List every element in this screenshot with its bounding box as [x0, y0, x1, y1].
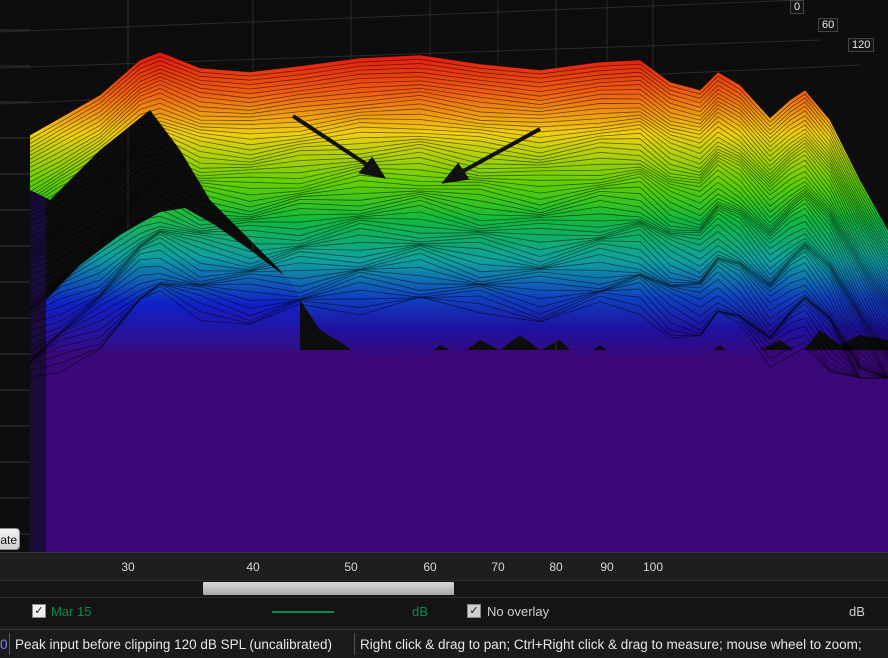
- waterfall-floor: [46, 350, 888, 552]
- mouse-hint-status: Right click & drag to pan; Ctrl+Right cl…: [360, 637, 862, 652]
- status-separator: [9, 633, 10, 655]
- z-axis-label-60: 60: [818, 18, 839, 32]
- x-tick-70: 70: [491, 560, 505, 574]
- status-left-stub: 0: [0, 637, 8, 652]
- status-bar: 0 Peak input before clipping 120 dB SPL …: [0, 629, 888, 658]
- frequency-axis: 30 40 50 60 70 80 90 100: [0, 552, 888, 581]
- x-tick-50: 50: [344, 560, 358, 574]
- x-tick-100: 100: [642, 560, 664, 574]
- waterfall-graph: [0, 0, 888, 552]
- waterfall-left-wall: [30, 140, 46, 552]
- measurement-name[interactable]: Mar 15: [51, 604, 91, 619]
- grid-line: [0, 0, 801, 33]
- x-tick-80: 80: [549, 560, 563, 574]
- status-separator: [354, 633, 355, 655]
- peak-input-status: Peak input before clipping 120 dB SPL (u…: [15, 637, 332, 652]
- z-axis-label-0: 0: [790, 0, 805, 14]
- update-button[interactable]: ate: [0, 528, 20, 550]
- z-axis-label-120: 120: [848, 38, 875, 52]
- overlay-name[interactable]: No overlay: [487, 604, 549, 619]
- overlay-checkbox[interactable]: ✓: [467, 604, 481, 618]
- x-tick-60: 60: [423, 560, 437, 574]
- measurement-checkbox[interactable]: ✓: [32, 604, 46, 618]
- waterfall-plot[interactable]: 0 60 120 ate: [0, 0, 888, 552]
- scrollbar-thumb[interactable]: [203, 582, 454, 595]
- x-tick-30: 30: [121, 560, 135, 574]
- measurement-line-swatch: [272, 611, 334, 613]
- overlay-unit: dB: [849, 604, 865, 619]
- x-tick-90: 90: [600, 560, 614, 574]
- x-tick-40: 40: [246, 560, 260, 574]
- legend-bar: ✓ Mar 15 dB ✓ No overlay dB: [0, 597, 888, 626]
- horizontal-scrollbar[interactable]: [0, 580, 888, 597]
- measurement-unit: dB: [412, 604, 428, 619]
